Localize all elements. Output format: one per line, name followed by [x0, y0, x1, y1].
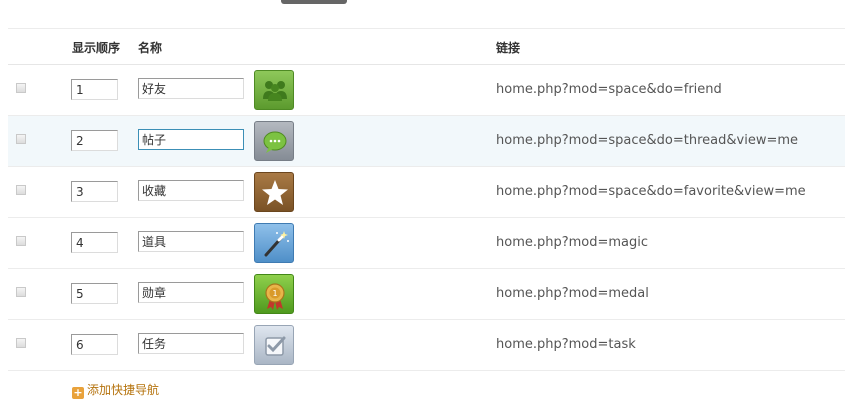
row-link[interactable]: home.php?mod=medal	[496, 286, 649, 301]
row-link[interactable]: home.php?mod=space&do=thread&view=me	[496, 133, 798, 148]
row-link[interactable]: home.php?mod=space&do=friend	[496, 82, 722, 97]
header-name: 名称	[138, 41, 163, 55]
row-link[interactable]: home.php?mod=task	[496, 337, 636, 352]
row-checkbox[interactable]	[16, 236, 26, 246]
table-row: home.php?mod=task	[8, 320, 845, 371]
row-link[interactable]: home.php?mod=magic	[496, 235, 648, 250]
row-checkbox[interactable]	[16, 338, 26, 348]
table-header: 显示顺序 名称 链接	[8, 29, 845, 65]
medal-icon[interactable]: 1	[254, 274, 294, 314]
row-link[interactable]: home.php?mod=space&do=favorite&view=me	[496, 184, 806, 199]
table-row: home.php?mod=space&do=friend	[8, 65, 845, 116]
task-checkbox-icon[interactable]	[254, 325, 294, 365]
name-input[interactable]	[138, 282, 244, 303]
order-input[interactable]	[71, 79, 118, 100]
name-input[interactable]	[138, 333, 244, 354]
row-checkbox[interactable]	[16, 83, 26, 93]
row-checkbox[interactable]	[16, 134, 26, 144]
add-quick-nav-link[interactable]: + 添加快捷导航	[72, 381, 159, 399]
top-scroll-tab	[281, 0, 347, 4]
magic-wand-icon[interactable]	[254, 223, 294, 263]
table-row: home.php?mod=magic	[8, 218, 845, 269]
order-input[interactable]	[71, 181, 118, 202]
order-input[interactable]	[71, 334, 118, 355]
order-input[interactable]	[71, 232, 118, 253]
add-quick-nav-label: 添加快捷导航	[87, 383, 160, 397]
speech-bubble-icon[interactable]	[254, 121, 294, 161]
plus-icon: +	[72, 386, 84, 399]
order-input[interactable]	[71, 283, 118, 304]
row-checkbox[interactable]	[16, 185, 26, 195]
svg-text:1: 1	[272, 289, 277, 298]
header-order: 显示顺序	[72, 41, 121, 55]
friend-icon[interactable]	[254, 70, 294, 110]
order-input[interactable]	[71, 130, 118, 151]
star-icon[interactable]	[254, 172, 294, 212]
table-row: home.php?mod=space&do=thread&view=me	[8, 116, 845, 167]
name-input[interactable]	[138, 180, 244, 201]
name-input[interactable]	[138, 231, 244, 252]
header-link: 链接	[496, 41, 521, 55]
name-input[interactable]	[138, 78, 244, 99]
name-input[interactable]	[138, 129, 244, 150]
table-row: home.php?mod=space&do=favorite&view=me	[8, 167, 845, 218]
row-checkbox[interactable]	[16, 287, 26, 297]
table-row: 1 home.php?mod=medal	[8, 269, 845, 320]
nav-table: home.php?mod=space&do=friend home.php?mo…	[8, 65, 845, 371]
